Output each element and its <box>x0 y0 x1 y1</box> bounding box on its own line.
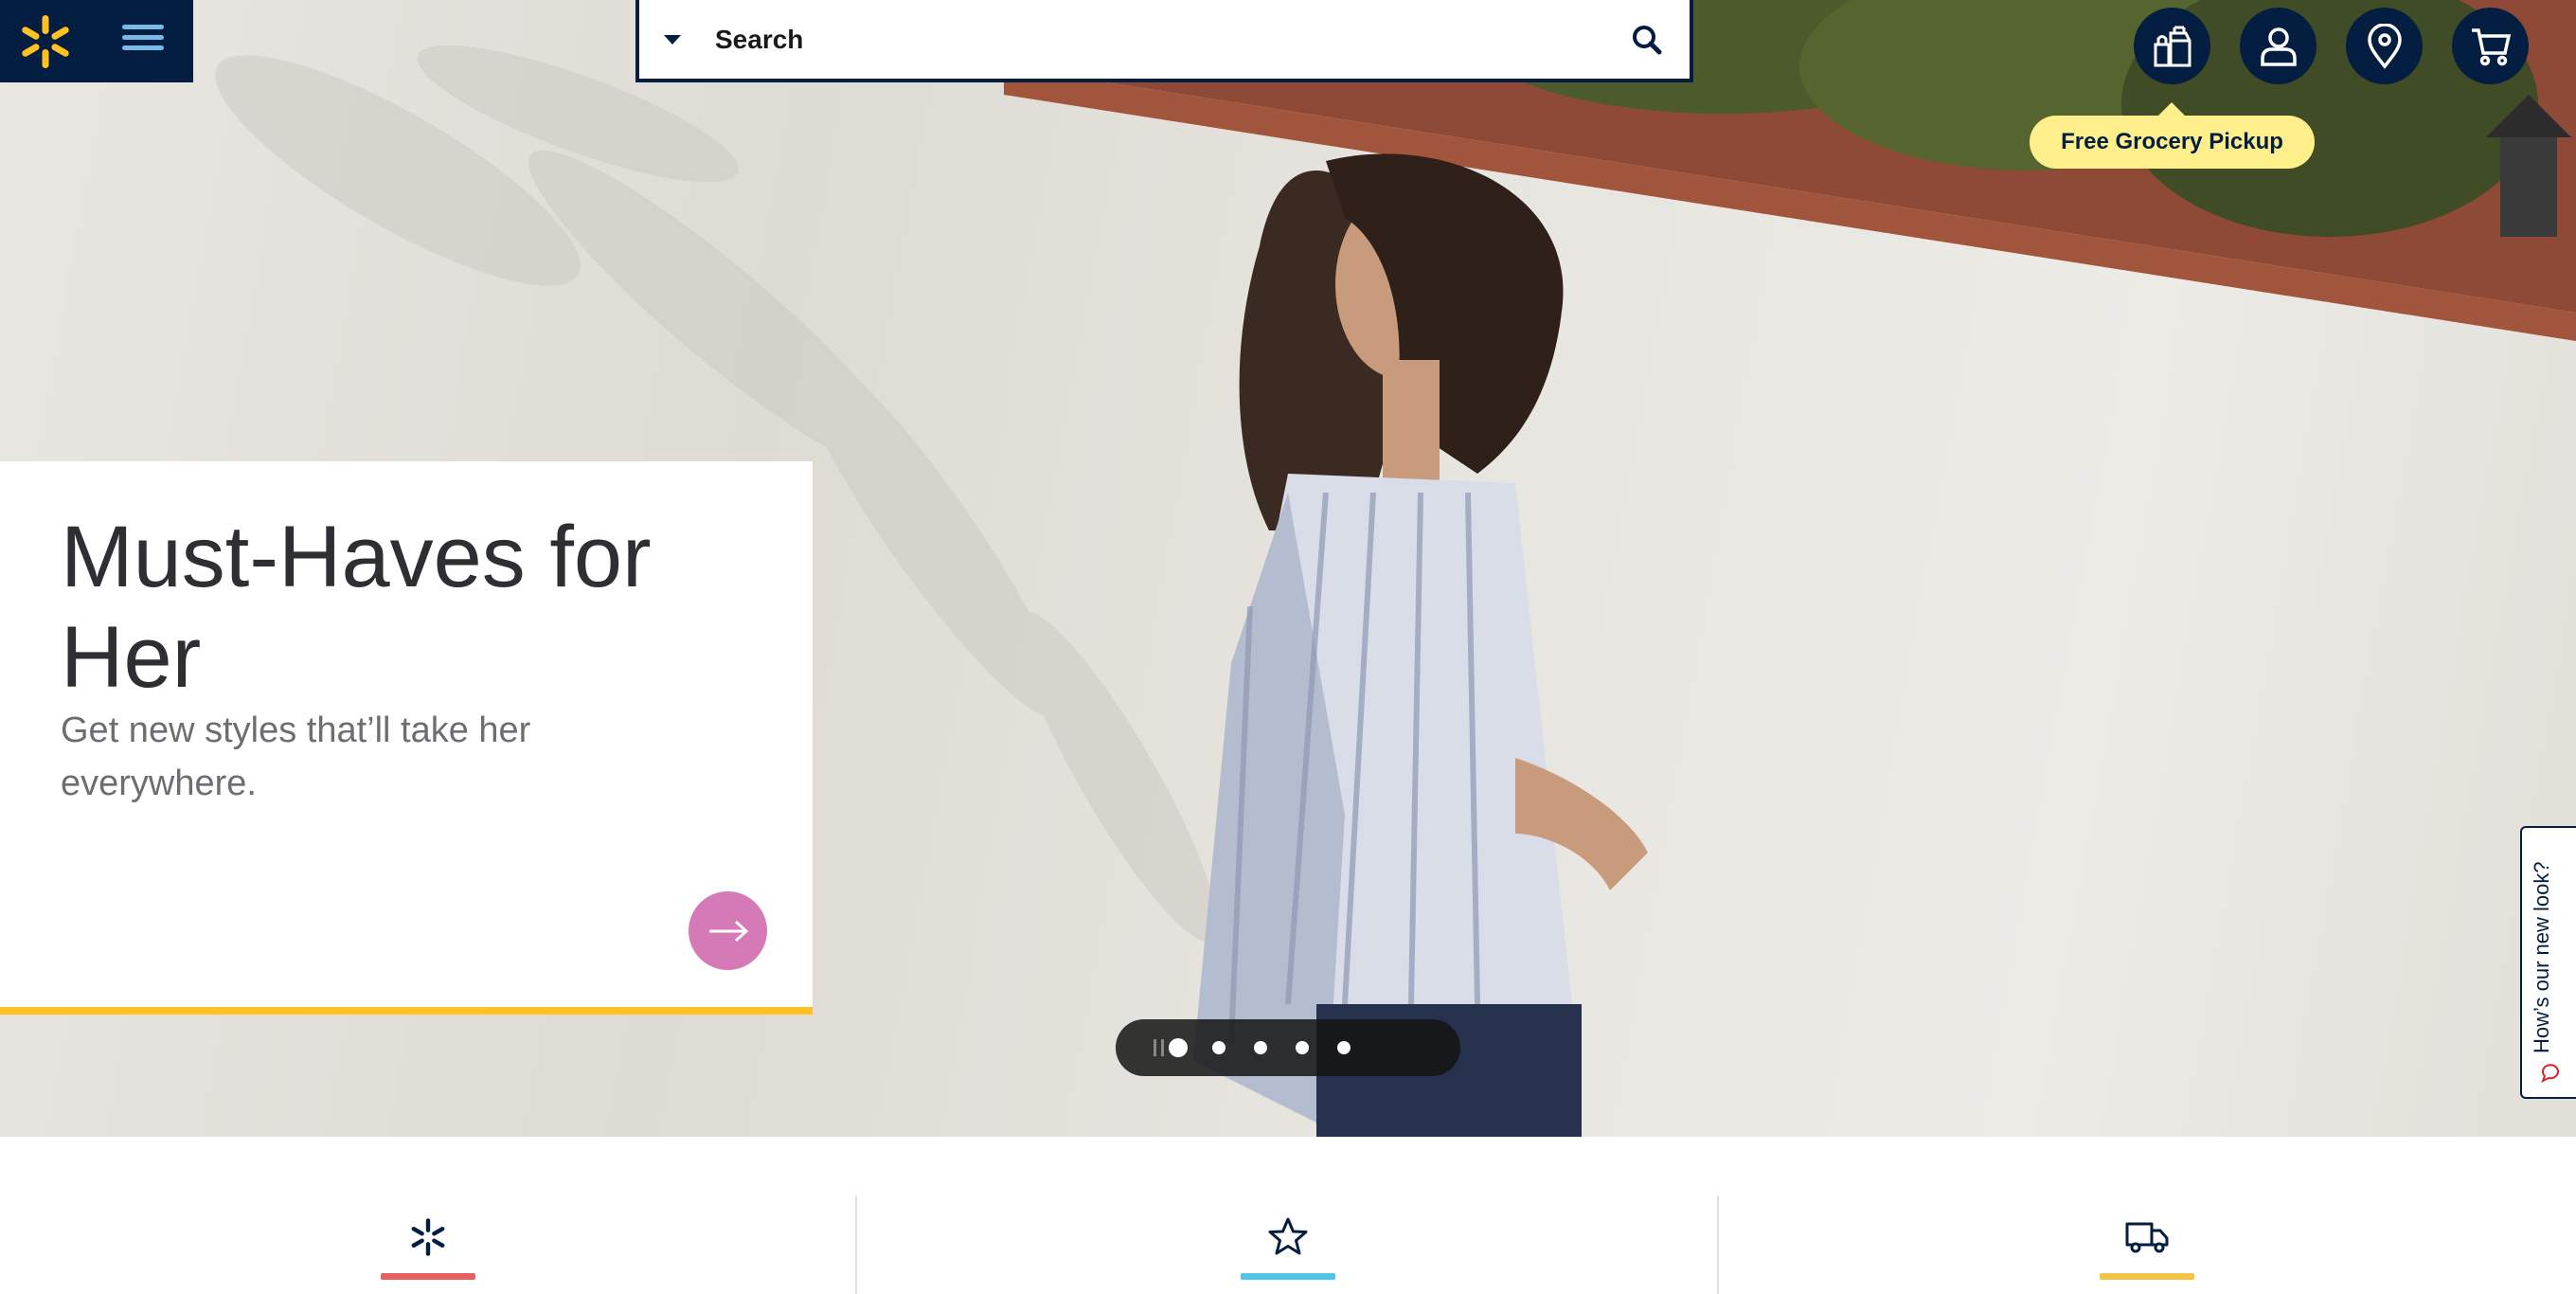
pause-icon[interactable] <box>1154 1039 1167 1056</box>
search-input[interactable] <box>706 0 1604 79</box>
department-dropdown[interactable] <box>639 0 706 79</box>
carousel-dot[interactable] <box>1337 1041 1351 1054</box>
model-figure <box>1193 153 1648 1137</box>
carousel-dot[interactable] <box>1169 1038 1188 1057</box>
delivery-truck-icon <box>2125 1222 2169 1253</box>
feedback-tab[interactable]: How’s our new look? <box>2520 826 2576 1099</box>
value-prop-underline <box>1241 1273 1335 1280</box>
hamburger-menu-icon[interactable] <box>120 19 166 64</box>
arrow-right-icon <box>708 920 748 942</box>
grocery-bag-icon[interactable] <box>2134 8 2210 84</box>
hero-banner[interactable]: Free Grocery Pickup Must-Haves for Her G… <box>0 0 2576 1137</box>
free-grocery-pickup-tooltip[interactable]: Free Grocery Pickup <box>2030 102 2315 169</box>
carousel-dot[interactable] <box>1254 1041 1267 1054</box>
caret-down-icon <box>664 34 681 45</box>
value-prop-delivery[interactable] <box>2100 1211 2194 1283</box>
logo-bar <box>0 0 193 82</box>
search-bar <box>635 0 1693 82</box>
value-prop-underline <box>2100 1273 2194 1280</box>
promo-arrow-button[interactable] <box>689 891 767 970</box>
search-icon[interactable] <box>1604 0 1690 79</box>
store-location-icon[interactable] <box>2346 8 2423 84</box>
value-prop-underline <box>381 1273 475 1280</box>
value-prop-spark[interactable] <box>381 1211 475 1283</box>
promo-subtitle: Get new styles that’ll take her everywhe… <box>61 710 531 803</box>
account-icon[interactable] <box>2240 8 2317 84</box>
cart-icon[interactable] <box>2452 8 2529 84</box>
promo-title: Must-Haves for Her <box>61 509 652 706</box>
star-icon <box>1268 1217 1308 1255</box>
carousel-controls <box>1116 1019 1460 1076</box>
carousel-dot[interactable] <box>1212 1041 1225 1054</box>
promo-accent-bar <box>0 1007 813 1015</box>
promo-card[interactable]: Must-Haves for Her Get new styles that’l… <box>0 461 813 1015</box>
divider <box>1717 1195 1719 1294</box>
value-prop-star[interactable] <box>1241 1211 1335 1283</box>
carousel-dot[interactable] <box>1296 1041 1309 1054</box>
chat-bubble-icon <box>2541 1064 2559 1083</box>
walmart-spark-logo[interactable] <box>17 13 74 70</box>
divider <box>855 1195 857 1294</box>
feedback-label: How’s our new look? <box>2530 861 2553 1053</box>
spark-icon <box>411 1218 445 1256</box>
